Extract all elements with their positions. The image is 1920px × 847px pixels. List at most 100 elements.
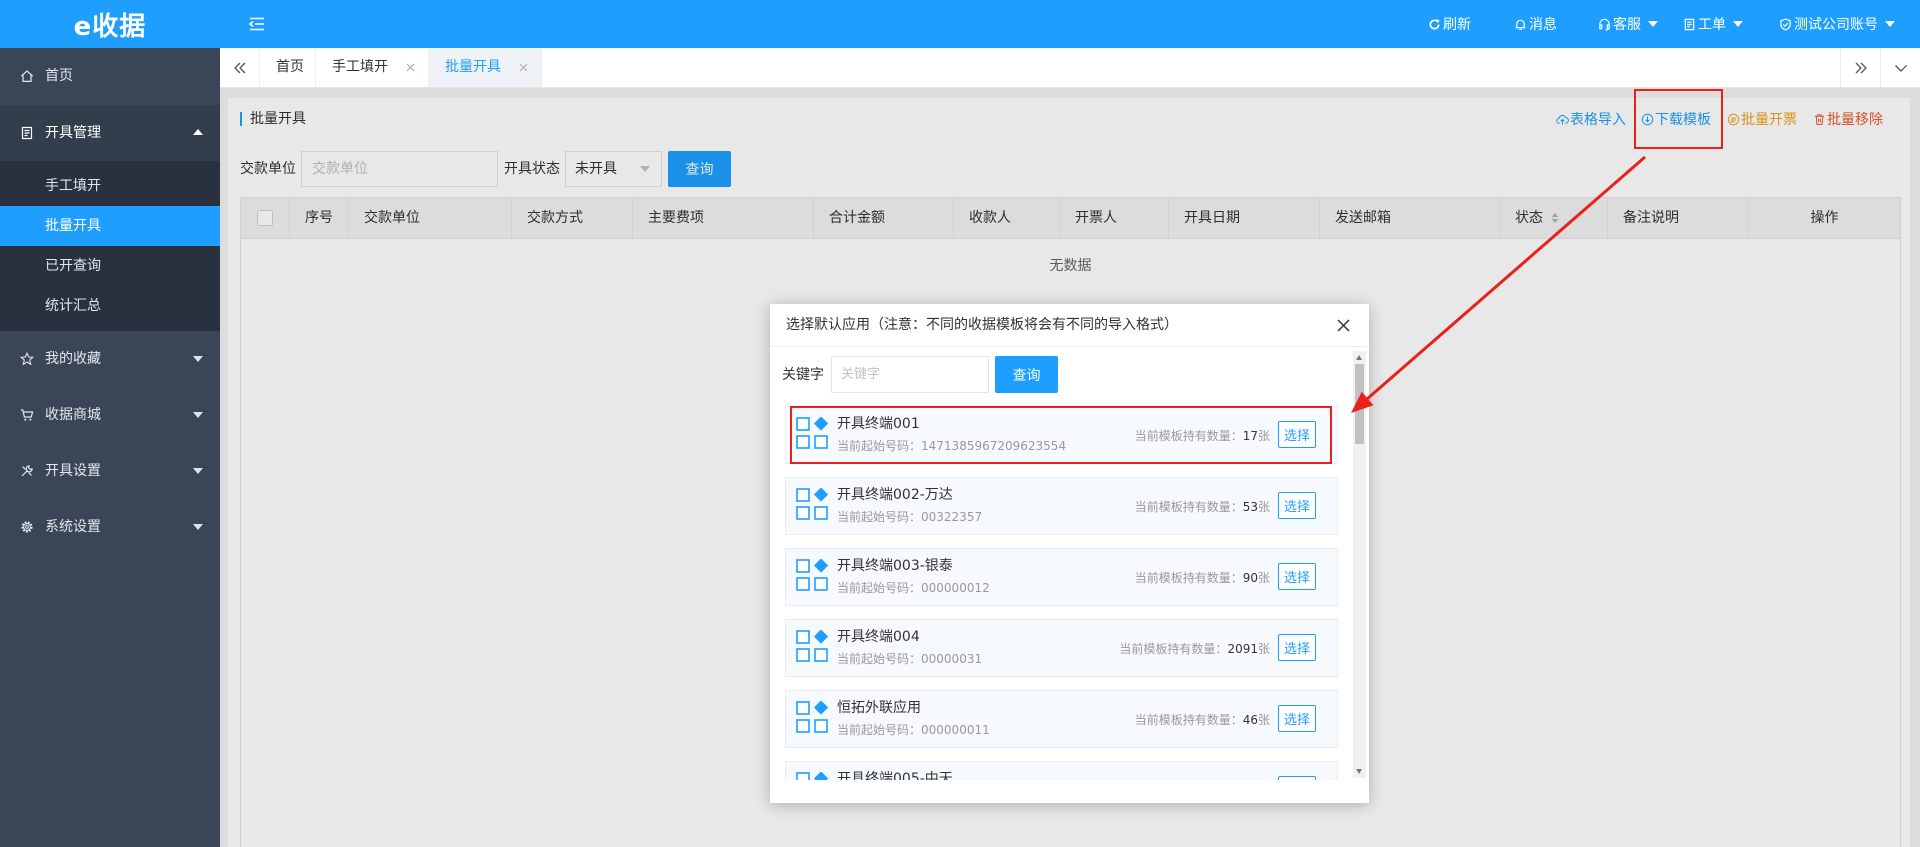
tab-batch-issue[interactable]: 批量开具 <box>429 48 542 87</box>
template-list-item[interactable]: 开具终端002-万达 当前起始号码：00322357 当前模板持有数量：53张 选择 <box>785 477 1338 535</box>
start-number-label: 当前起始号码： <box>837 723 922 737</box>
scroll-down-icon[interactable] <box>1356 769 1362 774</box>
double-chevron-left-icon <box>233 61 247 75</box>
sidebar-item-issue-settings[interactable]: 开具设置 <box>0 443 220 499</box>
select-template-button[interactable]: 选择 <box>1278 563 1316 590</box>
count-unit: 张 <box>1257 571 1270 585</box>
menu-toggle-icon[interactable] <box>248 15 266 33</box>
refresh-icon <box>1428 18 1441 31</box>
chevron-down-icon <box>1885 21 1895 27</box>
service-menu[interactable]: 客服 <box>1598 0 1658 48</box>
home-icon <box>20 69 34 83</box>
refresh-button[interactable]: 刷新 <box>1428 0 1471 48</box>
sidebar-item-label: 收据商城 <box>45 407 101 423</box>
chevron-up-icon <box>193 129 203 135</box>
sidebar-item-label: 首页 <box>45 68 73 84</box>
template-grid-icon <box>796 772 828 780</box>
star-icon <box>20 352 34 366</box>
chevron-down-icon <box>1894 61 1908 75</box>
account-label: 测试公司账号 <box>1794 17 1878 33</box>
tabs-scroll-left-button[interactable] <box>220 48 260 87</box>
sidebar-item-batch-issue[interactable]: 批量开具 <box>0 206 220 246</box>
template-start-number: 当前起始号码：00000031 <box>837 651 982 667</box>
cart-icon <box>20 408 34 422</box>
sidebar-item-issue-management[interactable]: 开具管理 <box>0 105 220 161</box>
tabs-menu-button[interactable] <box>1880 48 1920 87</box>
tab-manual-fill[interactable]: 手工填开 <box>316 48 429 87</box>
tab-label: 批量开具 <box>445 59 501 75</box>
template-name: 开具终端005-中天 <box>837 771 953 780</box>
select-template-button[interactable]: 选择 <box>1278 705 1316 732</box>
count-value: 46 <box>1242 713 1258 727</box>
ticket-menu[interactable]: 工单 <box>1683 0 1743 48</box>
count-value: 2091 <box>1227 642 1258 656</box>
template-name: 开具终端003-银泰 <box>837 558 953 574</box>
start-number-label: 当前起始号码： <box>837 581 922 595</box>
template-grid-icon <box>796 630 828 662</box>
sidebar: 首页 开具管理 手工填开 批量开具 已开查询 统计汇总 我的收藏 收据商城 开具… <box>0 48 220 847</box>
start-number-label: 当前起始号码： <box>837 652 922 666</box>
tab-label: 手工填开 <box>332 59 388 75</box>
keyword-input[interactable] <box>831 356 989 393</box>
template-list-item[interactable]: 开具终端004 当前起始号码：00000031 当前模板持有数量：2091张 选择 <box>785 619 1338 677</box>
tools-icon <box>20 464 34 478</box>
count-value: 90 <box>1242 571 1258 585</box>
sidebar-item-manual-fill[interactable]: 手工填开 <box>0 166 220 206</box>
top-header: e收据 刷新 消息 客服 工单 测试公司账号 <box>0 0 1920 48</box>
shield-icon <box>1779 17 1792 31</box>
message-button[interactable]: 消息 <box>1514 0 1557 48</box>
sidebar-item-label: 我的收藏 <box>45 351 101 367</box>
close-icon[interactable] <box>519 63 528 72</box>
ticket-label: 工单 <box>1698 17 1726 33</box>
sidebar-item-statistics[interactable]: 统计汇总 <box>0 286 220 326</box>
chevron-down-icon <box>193 468 203 474</box>
sidebar-submenu-issue-management: 手工填开 批量开具 已开查询 统计汇总 <box>0 161 220 331</box>
template-count: 当前模板持有数量：90张 <box>1135 569 1270 587</box>
template-start-number: 当前起始号码：000000012 <box>837 580 990 596</box>
template-list-item[interactable]: 开具终端005-中天选择 <box>785 761 1338 780</box>
template-name: 恒拓外联应用 <box>837 700 921 716</box>
app-logo[interactable]: e收据 <box>0 0 220 48</box>
start-number-value: 00000031 <box>921 652 983 666</box>
annotation-box-first-template <box>790 406 1332 464</box>
start-number-value: 000000012 <box>921 581 990 595</box>
service-label: 客服 <box>1613 17 1641 33</box>
scrollbar-thumb[interactable] <box>1355 364 1364 444</box>
refresh-label: 刷新 <box>1443 17 1471 33</box>
close-icon[interactable] <box>1337 319 1350 332</box>
count-label: 当前模板持有数量： <box>1134 713 1243 727</box>
select-template-button[interactable]: 选择 <box>1278 492 1316 519</box>
sidebar-item-label: 开具设置 <box>45 463 101 479</box>
count-unit: 张 <box>1257 713 1270 727</box>
start-number-value: 00322357 <box>921 510 983 524</box>
sidebar-item-favorites[interactable]: 我的收藏 <box>0 331 220 387</box>
sidebar-item-system-settings[interactable]: 系统设置 <box>0 499 220 555</box>
select-template-button[interactable]: 选择 <box>1278 634 1316 661</box>
dialog-query-button[interactable]: 查询 <box>995 356 1058 393</box>
count-label: 当前模板持有数量： <box>1134 500 1243 514</box>
scroll-up-icon[interactable] <box>1356 355 1362 360</box>
start-number-value: 000000011 <box>921 723 990 737</box>
sidebar-item-home[interactable]: 首页 <box>0 48 220 104</box>
count-unit: 张 <box>1257 642 1270 656</box>
headset-icon <box>1598 18 1611 31</box>
template-start-number: 当前起始号码：00322357 <box>837 509 982 525</box>
dialog-header: 选择默认应用（注意：不同的收据模板将会有不同的导入格式） <box>770 304 1369 347</box>
annotation-box-download-template <box>1634 89 1723 149</box>
dialog-title: 选择默认应用（注意：不同的收据模板将会有不同的导入格式） <box>786 317 1178 333</box>
select-template-dialog: 选择默认应用（注意：不同的收据模板将会有不同的导入格式） 关键字 查询 开具终端… <box>770 304 1369 803</box>
document-icon <box>20 126 34 140</box>
list-scrollbar[interactable] <box>1353 351 1366 778</box>
count-unit: 张 <box>1257 500 1270 514</box>
template-list-item[interactable]: 开具终端003-银泰 当前起始号码：000000012 当前模板持有数量：90张 选择 <box>785 548 1338 606</box>
double-chevron-right-icon <box>1854 61 1868 75</box>
close-icon[interactable] <box>406 63 415 72</box>
select-template-button[interactable]: 选择 <box>1278 776 1316 780</box>
account-menu[interactable]: 测试公司账号 <box>1779 0 1895 48</box>
sidebar-item-issued-query[interactable]: 已开查询 <box>0 246 220 286</box>
tabs-scroll-right-button[interactable] <box>1840 48 1880 87</box>
template-grid-icon <box>796 701 828 733</box>
template-list-item[interactable]: 恒拓外联应用 当前起始号码：000000011 当前模板持有数量：46张 选择 <box>785 690 1338 748</box>
tab-home[interactable]: 首页 <box>260 48 316 87</box>
sidebar-item-mall[interactable]: 收据商城 <box>0 387 220 443</box>
